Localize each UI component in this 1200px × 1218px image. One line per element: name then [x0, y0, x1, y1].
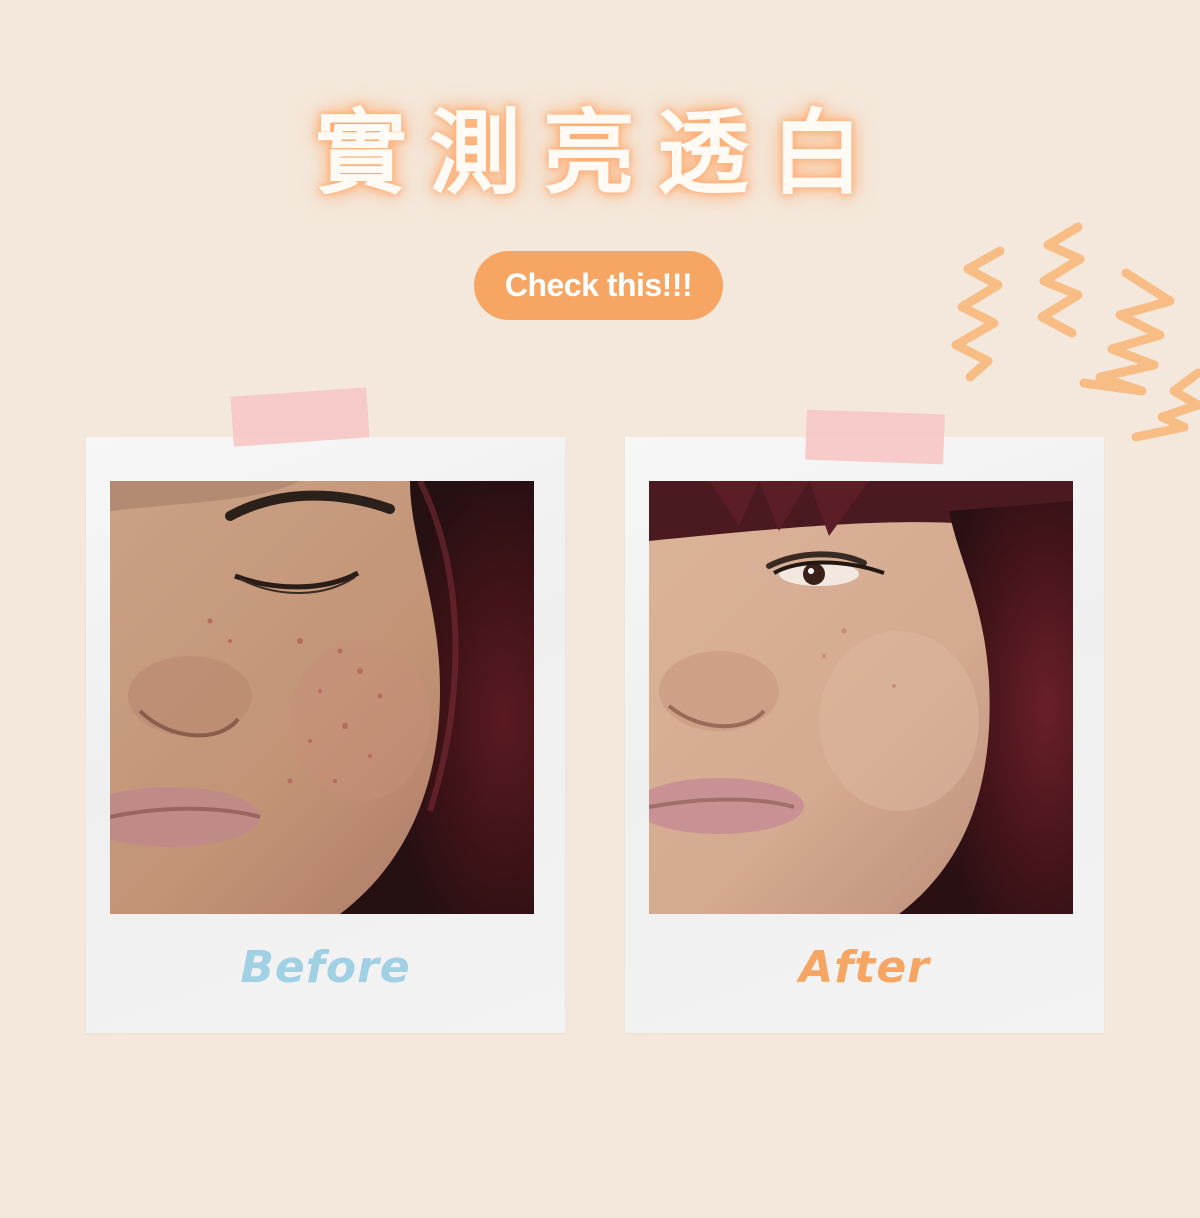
after-face-photo [649, 481, 1073, 914]
before-caption: Before [240, 942, 411, 993]
after-polaroid: After [625, 437, 1104, 1033]
tape-strip-before [230, 387, 370, 447]
tape-strip-after [805, 409, 945, 465]
before-polaroid: Before [86, 437, 565, 1033]
check-this-label: Check this!!! [504, 267, 693, 303]
check-this-button[interactable]: Check this!!! [474, 251, 723, 320]
page-title: 實測亮透白 [314, 100, 885, 207]
before-face-photo [110, 481, 534, 914]
zigzag-squiggle-icon [951, 222, 1200, 442]
after-caption: After [799, 942, 930, 993]
